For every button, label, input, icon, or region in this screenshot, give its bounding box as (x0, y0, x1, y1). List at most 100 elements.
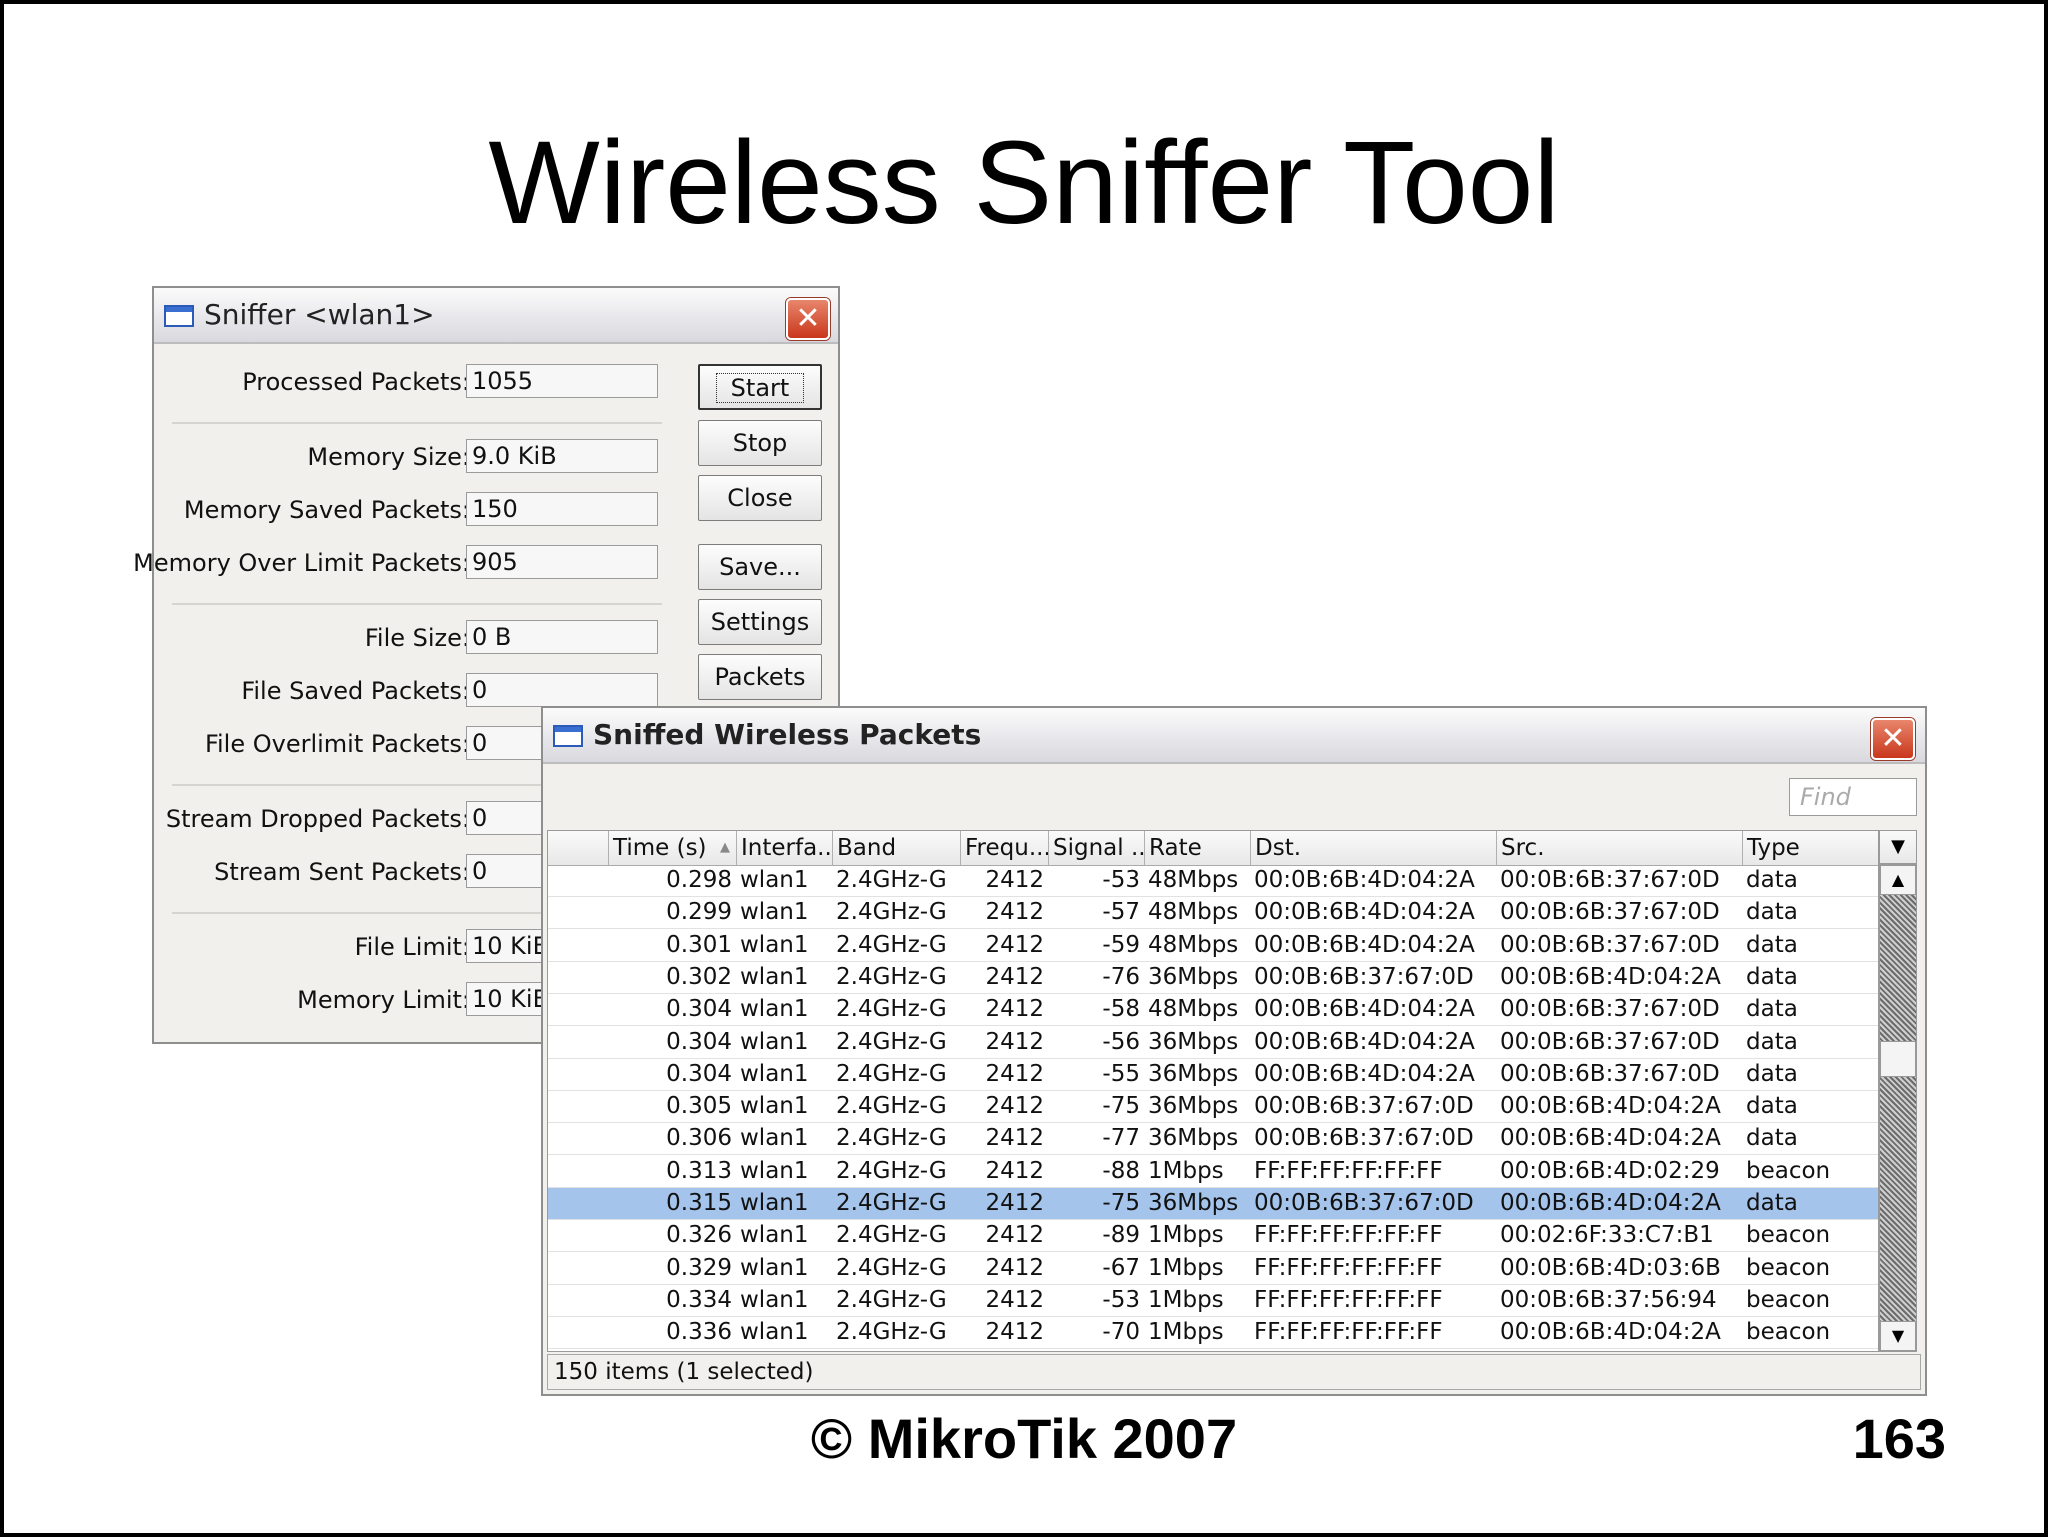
cell-signal: -59 (1102, 931, 1140, 958)
column-header-dst[interactable]: Dst. (1250, 831, 1496, 865)
scrollbar-thumb[interactable] (1880, 1041, 1916, 1077)
cell-signal: -75 (1048, 1188, 1144, 1219)
cell-frequency: 2412 (985, 1157, 1044, 1184)
cell-signal: -53 (1102, 1286, 1140, 1313)
column-header-interface[interactable]: Interfa... (736, 831, 832, 865)
cell-time: 0.298 (666, 867, 732, 893)
processed-packets-field[interactable]: 1055 (466, 364, 658, 398)
table-row[interactable]: 0.299 wlan1 2.4GHz-G 2412 -57 48Mbps 00:0B:6B:… (548, 897, 1878, 930)
column-header-signal[interactable]: Signal ... (1048, 831, 1144, 865)
stop-button[interactable]: Stop (698, 420, 822, 466)
cell-band: 2.4GHz-G (836, 1222, 947, 1249)
start-button[interactable]: Start (698, 364, 822, 410)
cell-signal: -76 (1102, 963, 1140, 990)
close-button[interactable]: Close (698, 475, 822, 521)
cell-src: 00:0B:6B:37:67:0D (1500, 899, 1720, 926)
cell-band: 2.4GHz-G (836, 1028, 947, 1055)
cell-rate: 48Mbps (1148, 899, 1239, 926)
memory-size-label: Memory Size: (307, 443, 470, 471)
column-header-type[interactable]: Type (1742, 831, 1878, 865)
file-size-label: File Size: (364, 624, 470, 652)
table-row[interactable]: 0.326 wlan1 2.4GHz-G 2412 -89 1Mbps FF:FF:FF:F… (548, 1220, 1878, 1253)
cell-dst: 00:0B:6B:37:67:0D (1250, 1188, 1496, 1219)
sort-ascending-icon: ▲ (720, 840, 730, 855)
packets-titlebar[interactable]: Sniffed Wireless Packets ✕ (543, 708, 1925, 764)
start-button-label: Start (715, 373, 805, 403)
sniffer-close-icon[interactable]: ✕ (786, 298, 830, 340)
cell-frequency: 2412 (985, 1093, 1044, 1120)
packets-button[interactable]: Packets (698, 654, 822, 700)
cell-frequency: 2412 (985, 1222, 1044, 1249)
memory-limit-label: Memory Limit: (297, 986, 470, 1014)
cell-rate: 36Mbps (1148, 963, 1239, 990)
find-input[interactable]: Find (1789, 778, 1917, 816)
save-button[interactable]: Save... (698, 544, 822, 590)
cell-interface: wlan1 (736, 1188, 832, 1219)
column-header-marker[interactable] (548, 831, 608, 865)
row-marker (548, 1285, 608, 1316)
vertical-scrollbar[interactable]: ▲ ▼ (1879, 864, 1917, 1352)
cell-signal: -77 (1102, 1125, 1140, 1152)
scroll-up-icon[interactable]: ▲ (1880, 865, 1916, 895)
scroll-down-icon[interactable]: ▼ (1880, 1321, 1916, 1351)
row-marker (548, 1188, 608, 1219)
file-size-field[interactable]: 0 B (466, 620, 658, 654)
table-row[interactable]: 0.305 wlan1 2.4GHz-G 2412 -75 36Mbps 00:0B:6B:… (548, 1091, 1878, 1124)
cell-type: beacon (1746, 1254, 1831, 1281)
memory-saved-packets-field[interactable]: 150 (466, 492, 658, 526)
row-marker (548, 1317, 608, 1348)
packets-close-icon[interactable]: ✕ (1871, 718, 1915, 760)
cell-dst: 00:0B:6B:37:67:0D (1254, 1093, 1474, 1120)
cell-interface: wlan1 (740, 1222, 809, 1249)
table-row[interactable]: 0.302 wlan1 2.4GHz-G 2412 -76 36Mbps 00:0B:6B:… (548, 962, 1878, 994)
cell-frequency: 2412 (985, 1319, 1044, 1346)
slide: Wireless Sniffer Tool Sniffer <wlan1> ✕ … (0, 0, 2048, 1537)
row-marker (548, 930, 608, 961)
table-row[interactable]: 0.313 wlan1 2.4GHz-G 2412 -88 1Mbps FF:FF:FF:F… (548, 1156, 1878, 1188)
page-number: 163 (1852, 1407, 1946, 1470)
cell-time: 0.336 (666, 1319, 732, 1346)
window-icon (553, 725, 583, 747)
settings-button[interactable]: Settings (698, 599, 822, 645)
cell-interface: wlan1 (740, 1028, 809, 1055)
table-row-selected[interactable]: 0.315 wlan1 2.4GHz-G 2412 -75 36Mbps 00:0B:6B:… (548, 1188, 1878, 1220)
row-marker (548, 1156, 608, 1187)
cell-time: 0.313 (666, 1157, 732, 1184)
cell-frequency: 2412 (985, 1060, 1044, 1087)
column-header-frequency[interactable]: Frequ... (960, 831, 1048, 865)
cell-signal: -58 (1102, 996, 1140, 1023)
table-row[interactable]: 0.298 wlan1 2.4GHz-G 2412 -53 48Mbps 00:0B:6B:… (548, 865, 1878, 897)
column-header-band[interactable]: Band (832, 831, 960, 865)
cell-band: 2.4GHz-G (836, 867, 947, 893)
cell-type: data (1746, 1093, 1798, 1120)
status-bar: 150 items (1 selected) (547, 1354, 1921, 1390)
file-limit-label: File Limit: (354, 933, 470, 961)
cell-interface: wlan1 (740, 867, 809, 893)
cell-rate: 48Mbps (1148, 867, 1239, 893)
cell-src: 00:0B:6B:37:67:0D (1500, 931, 1720, 958)
file-saved-packets-field[interactable]: 0 (466, 673, 658, 707)
cell-interface: wlan1 (740, 963, 809, 990)
cell-dst: 00:0B:6B:37:67:0D (1254, 963, 1474, 990)
packets-window: Sniffed Wireless Packets ✕ Find Time (s)… (541, 706, 1927, 1396)
cell-type: data (1746, 931, 1798, 958)
table-row[interactable]: 0.306 wlan1 2.4GHz-G 2412 -77 36Mbps 00:0B:6B:… (548, 1123, 1878, 1156)
column-menu-button[interactable]: ▼ (1879, 830, 1917, 864)
table-row[interactable]: 0.336 wlan1 2.4GHz-G 2412 -70 1Mbps FF:FF:FF:F… (548, 1317, 1878, 1350)
cell-type: data (1742, 1188, 1878, 1219)
column-header-src[interactable]: Src. (1496, 831, 1742, 865)
cell-rate: 36Mbps (1148, 1093, 1239, 1120)
cell-signal: -56 (1102, 1028, 1140, 1055)
column-header-rate[interactable]: Rate (1144, 831, 1250, 865)
memory-size-field[interactable]: 9.0 KiB (466, 439, 658, 473)
table-row[interactable]: 0.304 wlan1 2.4GHz-G 2412 -55 36Mbps 00:0B:6B:… (548, 1059, 1878, 1091)
table-row[interactable]: 0.301 wlan1 2.4GHz-G 2412 -59 48Mbps 00:0B:6B:… (548, 930, 1878, 962)
cell-time: 0.304 (666, 1060, 732, 1087)
sniffer-titlebar[interactable]: Sniffer <wlan1> ✕ (154, 288, 838, 344)
memory-over-limit-packets-field[interactable]: 905 (466, 545, 658, 579)
column-header-time[interactable]: Time (s) ▲ (608, 831, 736, 865)
table-row[interactable]: 0.304 wlan1 2.4GHz-G 2412 -56 36Mbps 00:0B:6B:… (548, 1027, 1878, 1059)
table-row[interactable]: 0.304 wlan1 2.4GHz-G 2412 -58 48Mbps 00:0B:6B:… (548, 994, 1878, 1027)
table-row[interactable]: 0.334 wlan1 2.4GHz-G 2412 -53 1Mbps FF:FF:FF:F… (548, 1285, 1878, 1317)
table-row[interactable]: 0.329 wlan1 2.4GHz-G 2412 -67 1Mbps FF:FF:FF:F… (548, 1253, 1878, 1285)
